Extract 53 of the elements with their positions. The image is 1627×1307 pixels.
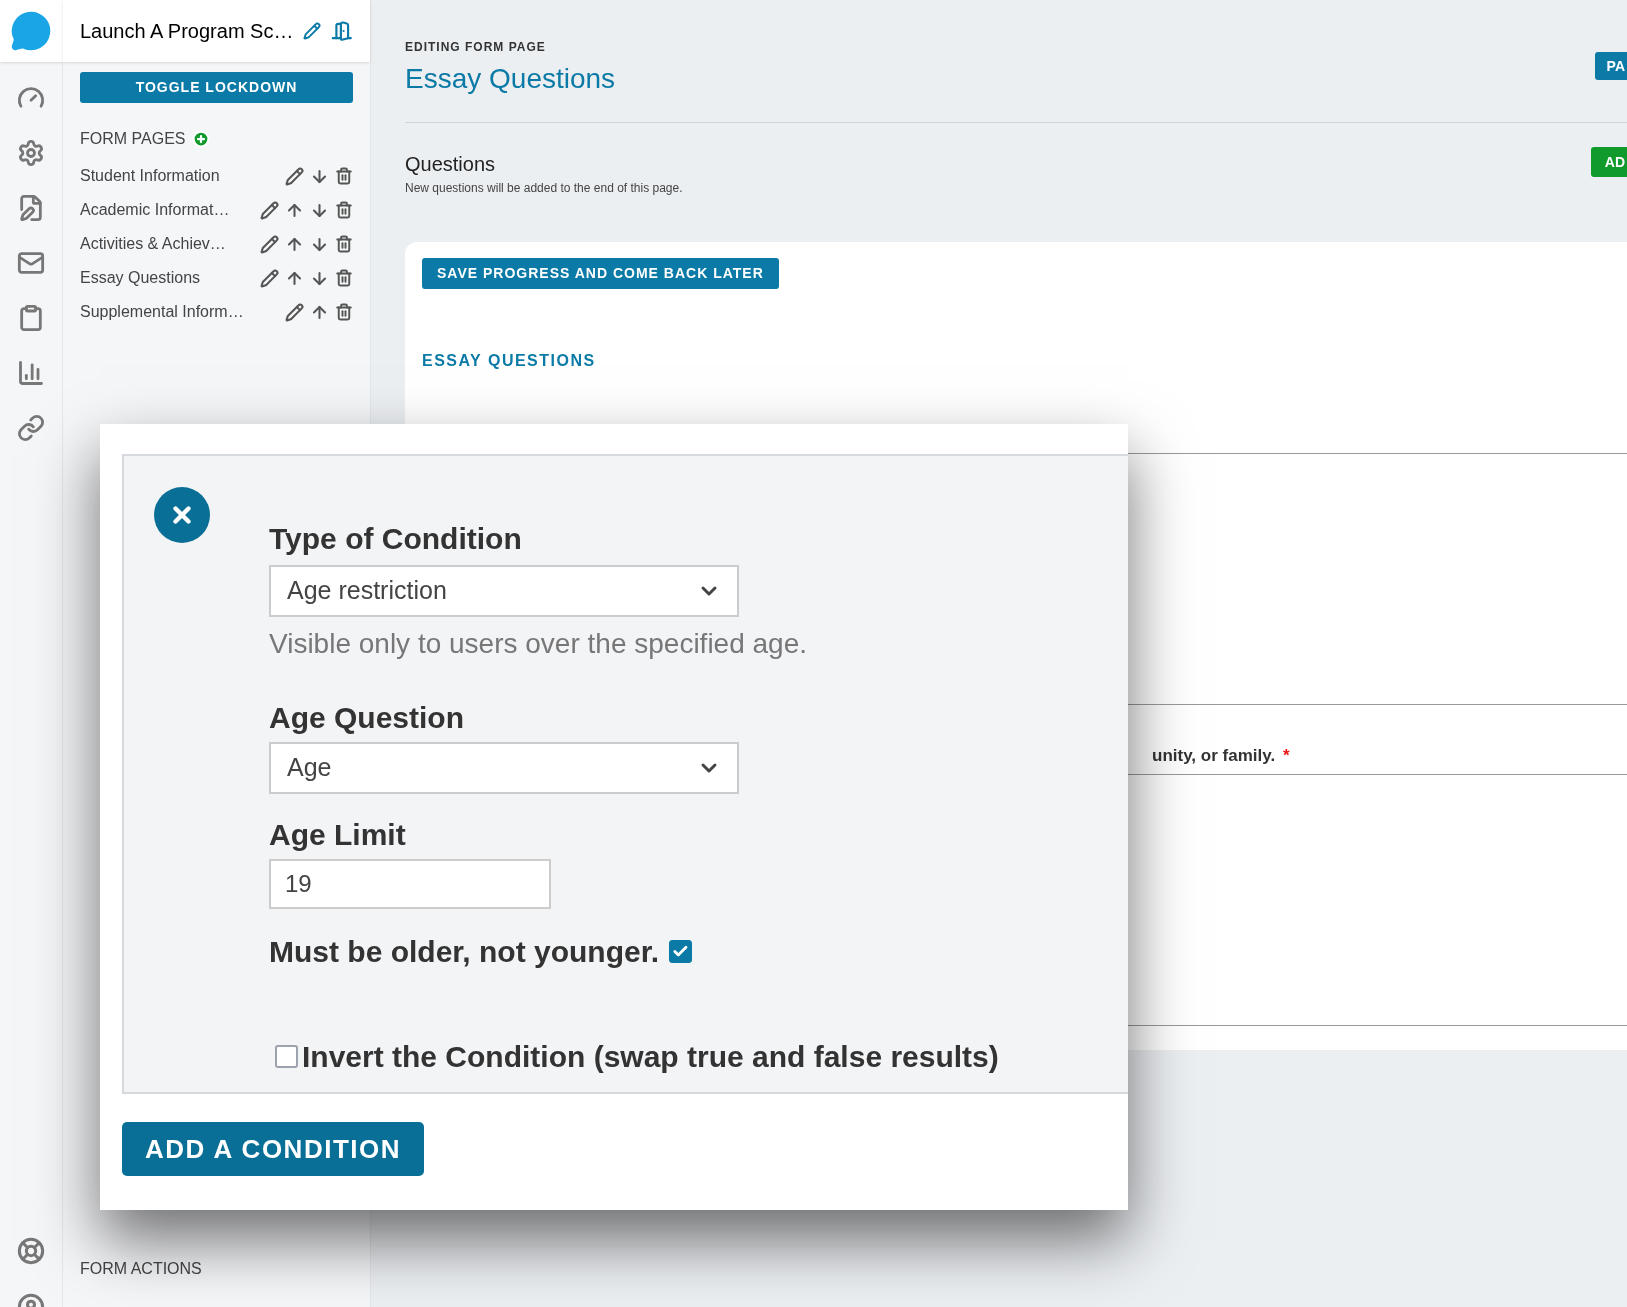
add-condition-button[interactable]: ADD A CONDITION bbox=[122, 1122, 424, 1176]
checkbox[interactable] bbox=[669, 940, 693, 963]
door-icon[interactable] bbox=[331, 19, 353, 43]
checkbox-label: Invert the Condition (swap true and false results) bbox=[302, 1039, 999, 1075]
required-mark: * bbox=[1283, 744, 1290, 767]
pencil-icon[interactable] bbox=[285, 166, 304, 186]
pencil-icon[interactable] bbox=[303, 21, 322, 41]
pencil-icon[interactable] bbox=[260, 268, 279, 288]
form-page-item[interactable]: Academic Informat… bbox=[80, 198, 230, 222]
bar-chart-icon[interactable] bbox=[17, 359, 45, 387]
checkbox-label: Must be older, not younger. bbox=[269, 934, 660, 970]
help-text: Visible only to users over the specified age. bbox=[269, 627, 808, 661]
pencil-icon[interactable] bbox=[260, 234, 279, 254]
section-title: FORM ACTIONS bbox=[80, 1260, 202, 1277]
link-icon[interactable] bbox=[17, 414, 45, 442]
toggle-lockdown-button[interactable]: TOGGLE LOCKDOWN bbox=[80, 72, 353, 103]
file-edit-icon[interactable] bbox=[17, 194, 45, 222]
clipboard-icon[interactable] bbox=[17, 304, 45, 332]
trash-icon[interactable] bbox=[335, 235, 353, 253]
trash-icon[interactable] bbox=[335, 201, 353, 219]
close-button[interactable] bbox=[154, 487, 210, 543]
add-icon[interactable] bbox=[191, 130, 210, 148]
section-heading: ESSAY QUESTIONS bbox=[422, 351, 597, 371]
save-progress-button[interactable]: SAVE PROGRESS AND COME BACK LATER bbox=[422, 258, 779, 289]
program-title: Launch A Program Sc… bbox=[80, 19, 294, 44]
trash-icon[interactable] bbox=[335, 167, 353, 185]
age-limit-field[interactable]: 19 bbox=[269, 859, 551, 909]
questions-title: Questions bbox=[405, 152, 497, 177]
age-question-select[interactable]: Age bbox=[269, 742, 739, 794]
questions-hint: New questions will be added to the end of this page. bbox=[405, 180, 683, 197]
page-button[interactable]: PA bbox=[1594, 52, 1627, 80]
eyebrow-label: EDITING FORM PAGE bbox=[405, 39, 547, 56]
checkbox[interactable] bbox=[275, 1045, 298, 1068]
form-page-item[interactable]: Activities & Achiev… bbox=[80, 232, 226, 256]
field-label: Age Question bbox=[269, 700, 465, 736]
question-label: unity, or family. bbox=[1152, 744, 1276, 767]
mail-icon[interactable] bbox=[17, 249, 45, 277]
page-title: Essay Questions bbox=[405, 62, 616, 96]
trash-icon[interactable] bbox=[335, 303, 353, 321]
add-button[interactable]: AD bbox=[1590, 147, 1627, 177]
section-title: FORM PAGES bbox=[80, 129, 186, 149]
field-label: Age Limit bbox=[269, 817, 407, 853]
trash-icon[interactable] bbox=[335, 269, 353, 287]
form-page-item[interactable]: Student Information bbox=[80, 164, 220, 188]
form-page-item[interactable]: Essay Questions bbox=[80, 266, 201, 290]
pencil-icon[interactable] bbox=[260, 200, 279, 220]
lifebuoy-icon[interactable] bbox=[17, 1237, 45, 1265]
pencil-icon[interactable] bbox=[285, 302, 304, 322]
settings-icon[interactable] bbox=[17, 139, 45, 167]
condition-type-select[interactable]: Age restriction bbox=[269, 565, 739, 617]
field-label: Type of Condition bbox=[269, 521, 523, 557]
logo-icon[interactable] bbox=[10, 10, 52, 52]
form-page-item[interactable]: Supplemental Inform… bbox=[80, 300, 244, 324]
